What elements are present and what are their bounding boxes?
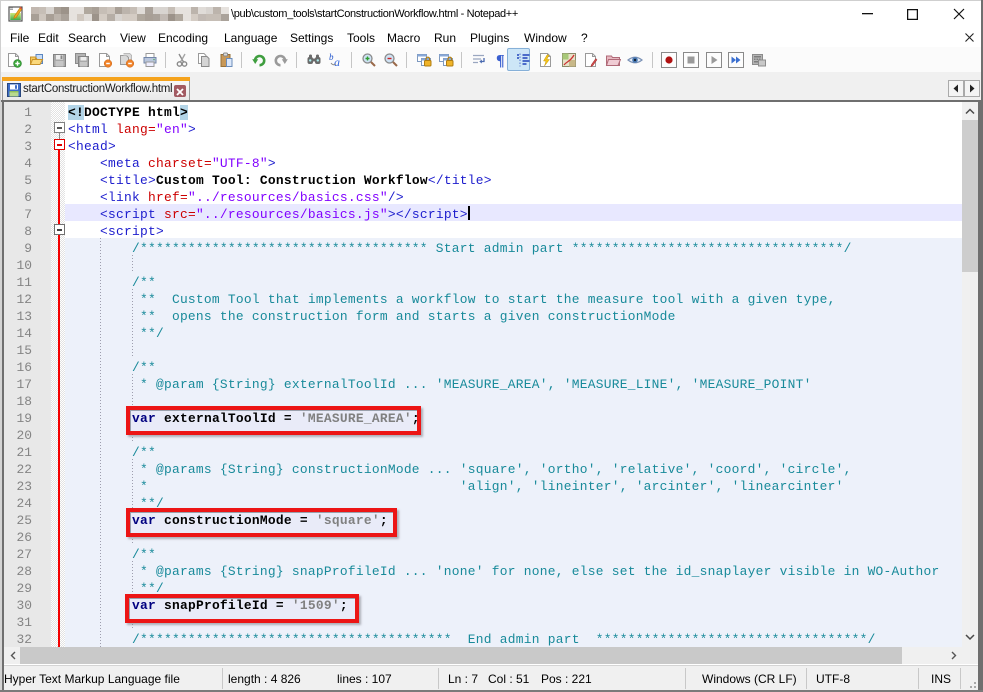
svg-text:¶: ¶ (496, 53, 505, 69)
svg-text:a: a (334, 55, 340, 68)
